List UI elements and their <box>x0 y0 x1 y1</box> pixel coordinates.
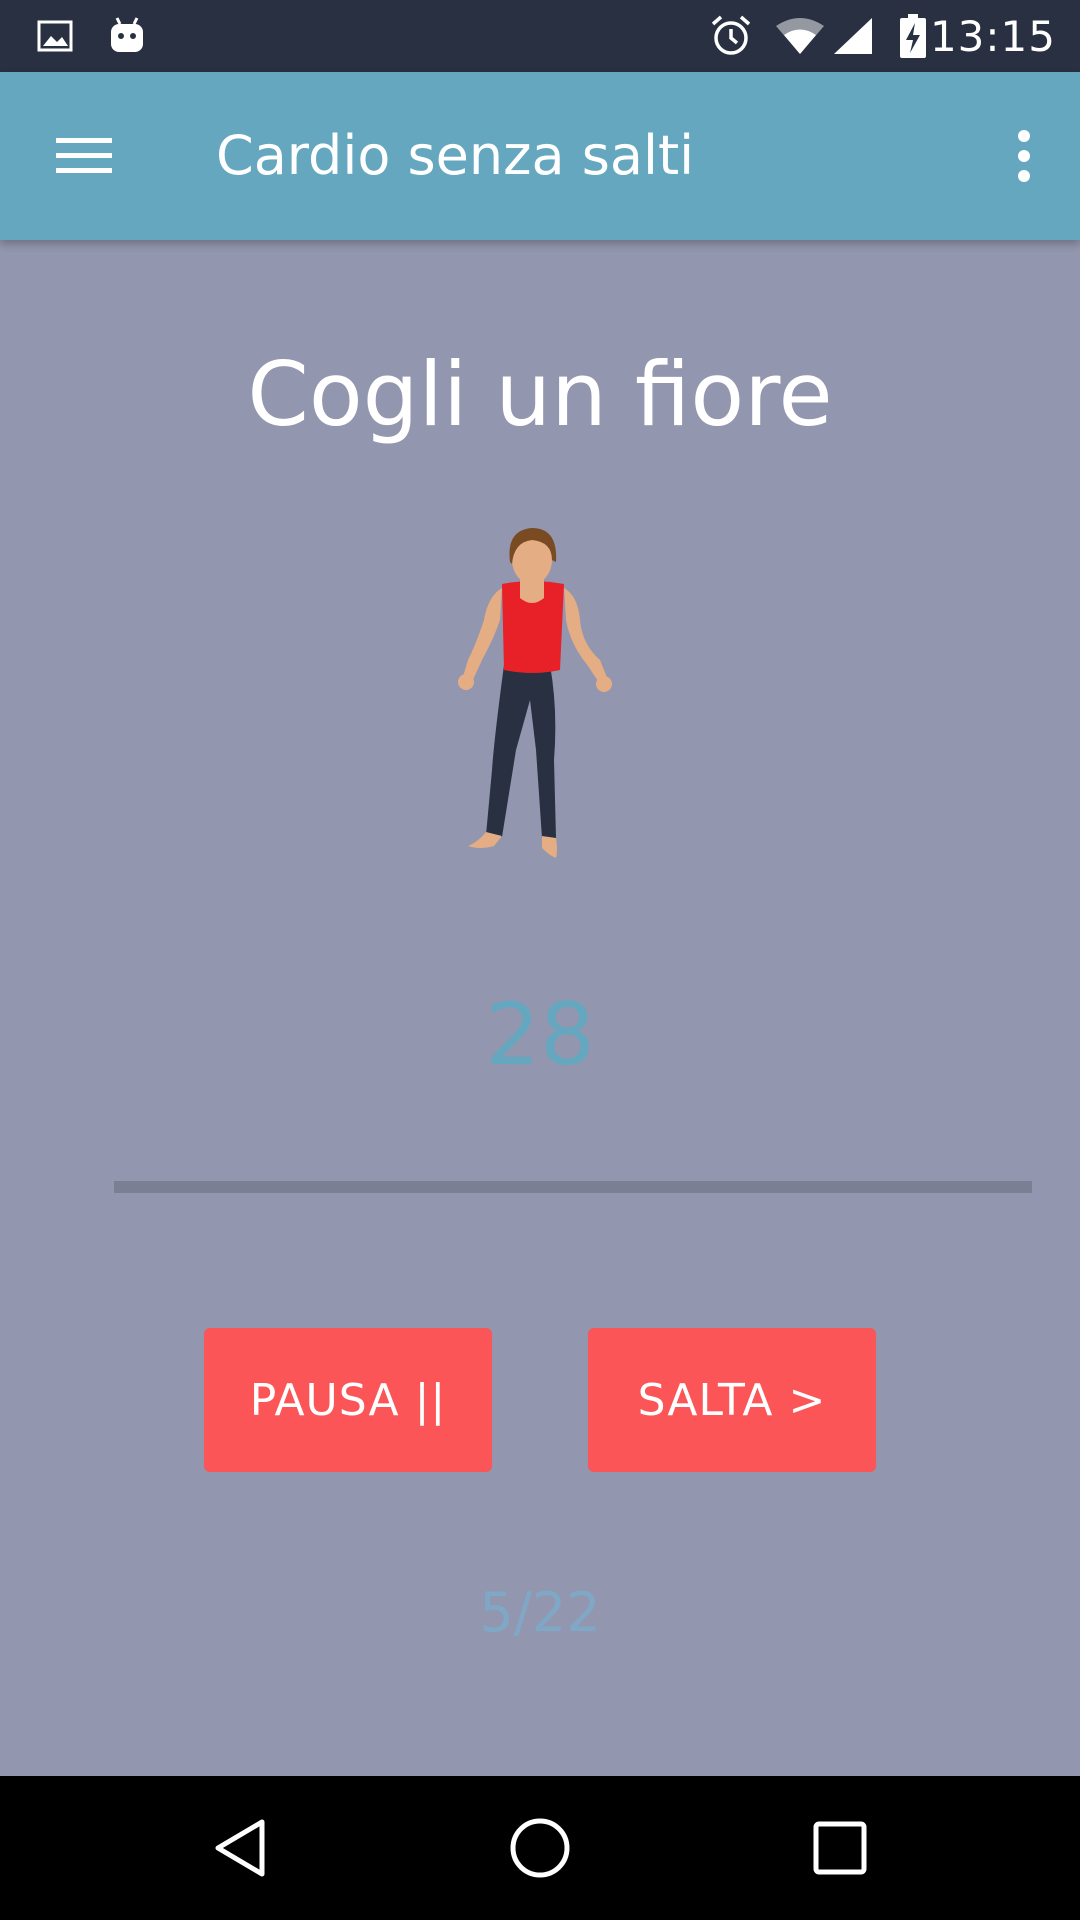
wifi-icon <box>772 0 828 72</box>
app-title: Cardio senza salti <box>216 124 695 187</box>
hamburger-menu-icon[interactable] <box>40 116 128 196</box>
signal-icon <box>830 0 876 72</box>
image-icon <box>34 0 76 72</box>
pause-button[interactable]: PAUSA || <box>204 1328 492 1472</box>
alarm-icon <box>706 0 756 72</box>
exercise-counter: 5/22 <box>479 1581 601 1644</box>
exercise-progress-bar <box>114 1181 1032 1193</box>
app-bar: Cardio senza salti <box>0 72 1080 240</box>
status-time: 13:15 <box>929 11 1056 61</box>
more-vert-icon[interactable] <box>992 116 1056 196</box>
recents-icon[interactable] <box>760 1776 920 1920</box>
exercise-title: Cogli un fiore <box>247 343 833 446</box>
battery-charging-icon <box>896 0 930 72</box>
countdown-timer: 28 <box>485 985 595 1085</box>
home-icon[interactable] <box>460 1776 620 1920</box>
navigation-bar <box>0 1776 1080 1920</box>
android-icon <box>104 0 150 72</box>
status-bar: 13:15 <box>0 0 1080 72</box>
exercise-figure <box>432 520 652 870</box>
skip-button[interactable]: SALTA > <box>588 1328 876 1472</box>
back-icon[interactable] <box>160 1776 320 1920</box>
